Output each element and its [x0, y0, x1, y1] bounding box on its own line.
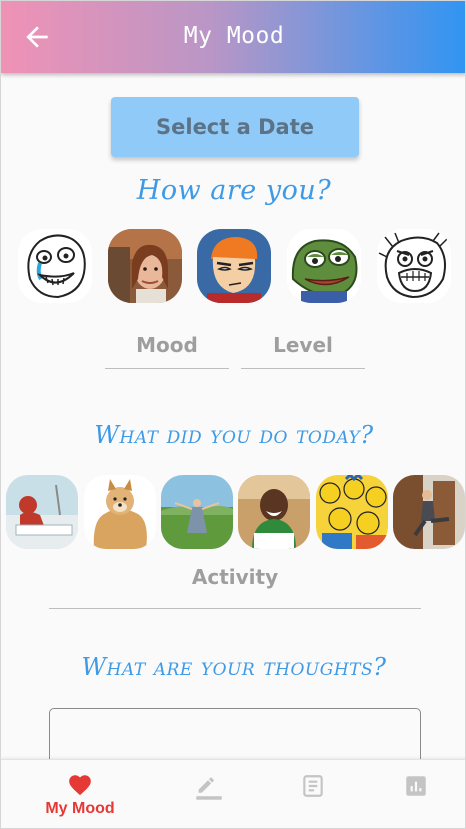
- level-field[interactable]: Level: [241, 333, 365, 369]
- door-kick-icon: [393, 475, 465, 549]
- mood-option-disaster-girl[interactable]: [108, 229, 182, 303]
- activity-option-door-kick[interactable]: [393, 475, 465, 549]
- activity-option-spiderman[interactable]: [6, 475, 78, 549]
- app-bar: My Mood: [1, 1, 465, 73]
- crying-happy-face-icon: [27, 234, 86, 299]
- mood-option-frog[interactable]: [287, 229, 361, 303]
- activity-option-cartoon-crowd[interactable]: [316, 475, 388, 549]
- level-field-label: Level: [273, 333, 333, 357]
- nav-item-stats[interactable]: [358, 760, 465, 828]
- bottom-navigation: My Mood: [1, 759, 465, 828]
- app-screen: My Mood Select a Date How are you? Mood …: [0, 0, 466, 829]
- nav-item-my-mood[interactable]: My Mood: [22, 760, 138, 828]
- activity-option-buff-doge[interactable]: [84, 475, 156, 549]
- activity-field[interactable]: Activity: [49, 565, 421, 609]
- page-title: My Mood: [183, 23, 285, 49]
- disaster-girl-icon: [108, 229, 182, 303]
- thoughts-heading: What are your thoughts?: [81, 653, 387, 681]
- buff-doge-icon: [84, 475, 156, 549]
- angry-kid-icon: [238, 475, 310, 549]
- activity-option-field-spin[interactable]: [161, 475, 233, 549]
- nav-item-entries[interactable]: [255, 760, 371, 828]
- nav-item-write[interactable]: [151, 760, 267, 828]
- rage-face-icon: [378, 232, 448, 299]
- activity-heading: What did you do today?: [94, 421, 374, 449]
- pencil-icon: [196, 777, 222, 800]
- mood-option-rage[interactable]: [377, 229, 451, 303]
- mood-field-label: Mood: [136, 333, 198, 357]
- mood-heading: How are you?: [136, 175, 332, 206]
- bar-chart-icon: [406, 776, 426, 796]
- nav-label-my-mood: My Mood: [45, 800, 115, 817]
- squinting-fry-icon: [197, 229, 271, 303]
- mood-option-squinting-fry[interactable]: [197, 229, 271, 303]
- mood-field[interactable]: Mood: [105, 333, 229, 369]
- feels-good-frog-icon: [287, 229, 361, 303]
- activity-option-angry-kid[interactable]: [238, 475, 310, 549]
- mood-option-crying-happy[interactable]: [18, 229, 92, 303]
- activity-field-label: Activity: [191, 565, 279, 589]
- mood-options: [1, 229, 465, 307]
- cartoon-crowd-icon: [316, 475, 388, 549]
- heart-icon: [69, 775, 91, 796]
- spiderman-bed-icon: [6, 475, 78, 549]
- activity-options: [1, 475, 465, 551]
- field-spin-icon: [161, 475, 233, 549]
- select-date-button[interactable]: Select a Date: [111, 97, 359, 157]
- notes-icon: [303, 775, 323, 797]
